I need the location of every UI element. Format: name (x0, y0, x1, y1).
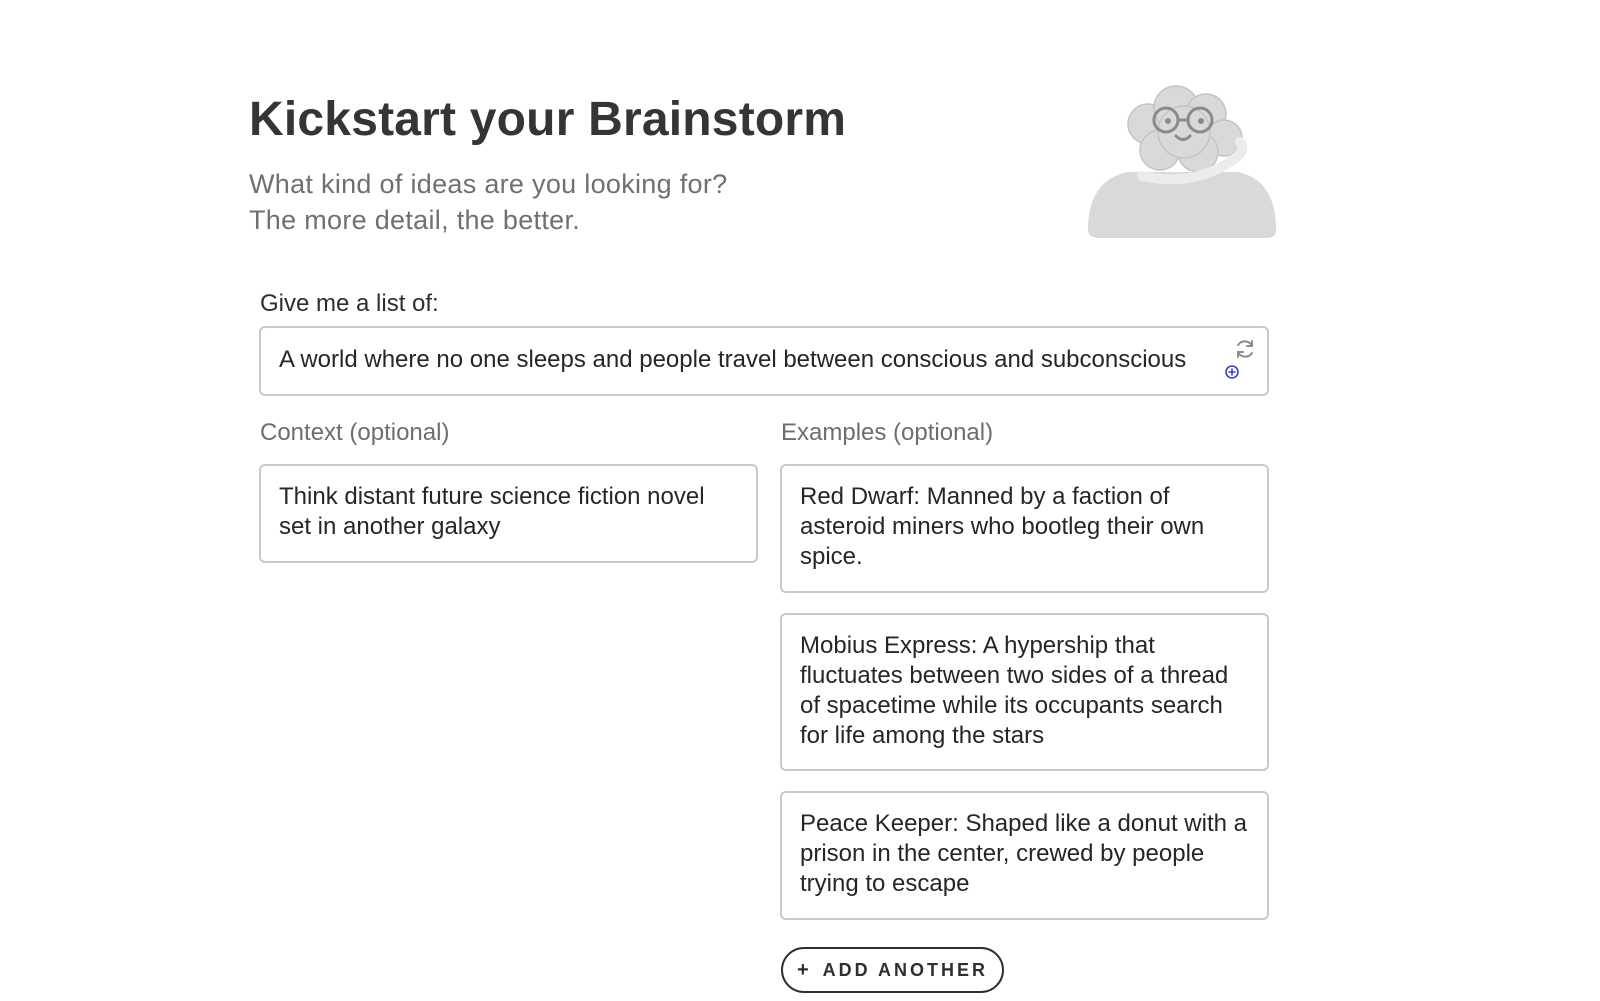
add-circle-icon[interactable] (1225, 365, 1239, 379)
context-label: Context (optional) (260, 419, 450, 446)
context-input[interactable]: Think distant future science fiction nov… (259, 464, 758, 563)
examples-label: Examples (optional) (781, 419, 994, 446)
brain-mascot-illustration (1088, 85, 1276, 238)
add-another-label: ADD ANOTHER (822, 959, 988, 980)
example-input-2[interactable]: Mobius Express: A hypership that fluctua… (780, 613, 1269, 771)
plus-icon: + (796, 958, 809, 981)
main-prompt-value: A world where no one sleeps and people t… (279, 346, 1187, 373)
subtitle-line-2: The more detail, the better. (249, 205, 581, 235)
example-input-1[interactable]: Red Dwarf: Manned by a faction of astero… (780, 464, 1269, 593)
subtitle-line-1: What kind of ideas are you looking for? (249, 169, 728, 199)
page-subtitle: What kind of ideas are you looking for? … (249, 166, 727, 238)
main-prompt-input[interactable]: A world where no one sleeps and people t… (259, 326, 1269, 396)
add-another-button[interactable]: + ADD ANOTHER (781, 947, 1004, 993)
main-prompt-label: Give me a list of: (260, 290, 439, 317)
example-input-3[interactable]: Peace Keeper: Shaped like a donut with a… (780, 791, 1269, 920)
refresh-icon[interactable] (1233, 337, 1257, 361)
page-title: Kickstart your Brainstorm (249, 93, 847, 146)
